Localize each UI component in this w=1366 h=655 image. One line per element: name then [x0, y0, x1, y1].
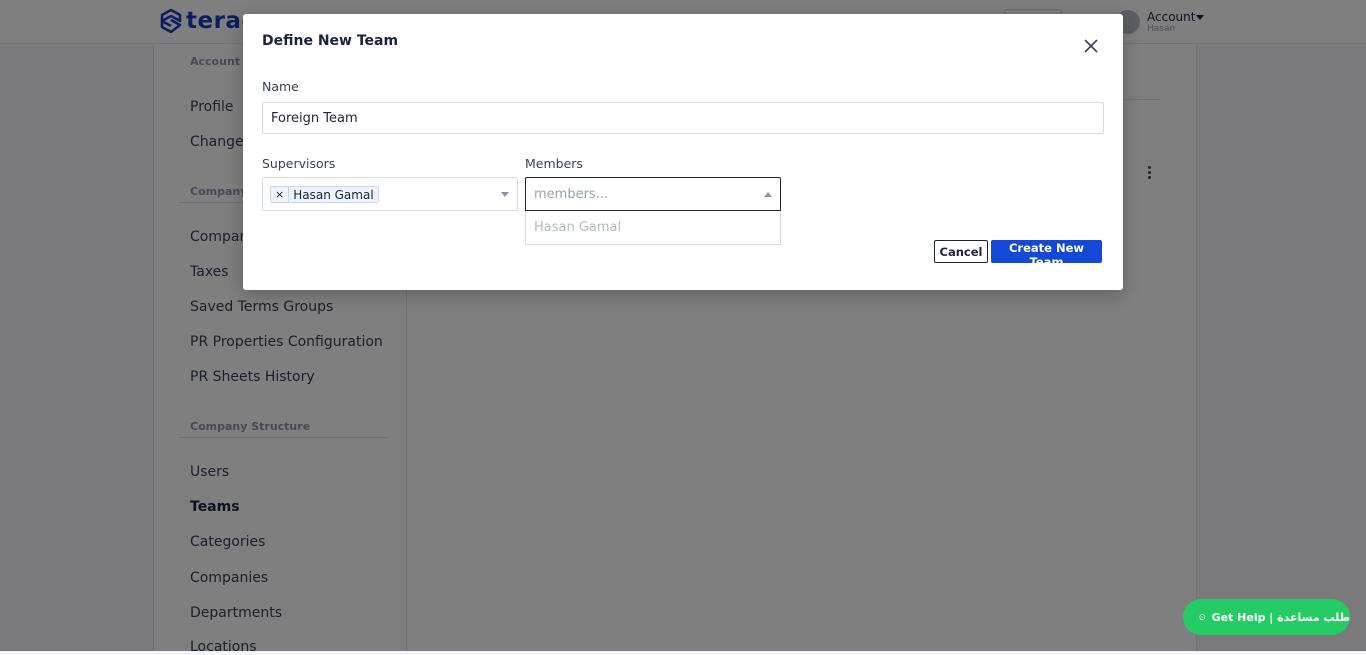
create-team-button[interactable]: Create New Team — [991, 240, 1102, 269]
supervisor-tag-label: Hasan Gamal — [293, 187, 374, 202]
close-icon[interactable] — [1079, 34, 1103, 58]
define-team-dialog: Define New Team Name Supervisors × Hasan… — [243, 14, 1123, 290]
name-label: Name — [262, 79, 299, 94]
members-dropdown: Hasan Gamal — [525, 211, 781, 245]
members-select[interactable] — [525, 177, 781, 211]
members-label: Members — [525, 156, 583, 171]
supervisor-tag: × Hasan Gamal — [270, 186, 379, 203]
chevron-up-icon[interactable] — [764, 192, 772, 197]
whatsapp-icon — [1199, 614, 1206, 621]
tag-remove-icon[interactable]: × — [271, 187, 290, 202]
dialog-title: Define New Team — [262, 33, 399, 49]
supervisors-label: Supervisors — [262, 156, 336, 171]
get-help-label: Get Help | طلب مساعدة — [1211, 610, 1350, 624]
team-name-input[interactable] — [262, 102, 1104, 134]
members-option[interactable]: Hasan Gamal — [534, 220, 621, 235]
supervisors-select[interactable]: × Hasan Gamal — [262, 177, 518, 211]
members-search-input[interactable] — [534, 185, 744, 203]
cancel-button[interactable]: Cancel — [934, 240, 988, 263]
get-help-button[interactable]: Get Help | طلب مساعدة — [1183, 599, 1350, 635]
chevron-down-icon[interactable] — [501, 192, 509, 197]
